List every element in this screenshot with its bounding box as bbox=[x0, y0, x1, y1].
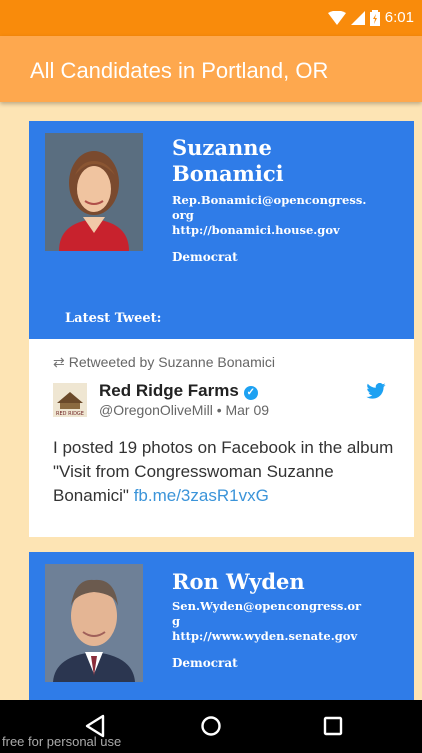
candidate-email[interactable]: Sen.Wyden@opencongress.or g bbox=[172, 599, 361, 629]
status-time: 6:01 bbox=[384, 9, 414, 26]
battery-icon bbox=[369, 9, 380, 26]
candidate-email-line1: Sen.Wyden@opencongress.or bbox=[172, 599, 362, 613]
candidate-party: Democrat bbox=[172, 656, 238, 670]
candidate-name-line2: Bonamici bbox=[172, 161, 284, 186]
retweet-icon: ⇄ bbox=[53, 354, 65, 370]
candidate-name: Suzanne bbox=[172, 135, 272, 160]
candidate-photo bbox=[45, 133, 143, 251]
candidate-website[interactable]: http://www.wyden.senate.gov bbox=[172, 629, 361, 644]
tweet-link[interactable]: fb.me/3zasR1vxG bbox=[134, 486, 269, 505]
retweeted-by: Retweeted by Suzanne Bonamici bbox=[68, 354, 275, 370]
author-avatar[interactable]: RED RIDGE bbox=[53, 383, 87, 417]
tweet-text: I posted 19 photos on Facebook in the al… bbox=[53, 436, 398, 508]
candidate-info: Suzanne Bonamici Rep.Bonamici@opencongre… bbox=[172, 135, 366, 264]
candidate-photo bbox=[45, 564, 143, 682]
candidate-email-line2: org bbox=[172, 208, 194, 222]
verified-icon: ✓ bbox=[243, 386, 258, 400]
candidate-email[interactable]: Rep.Bonamici@opencongress. org bbox=[172, 193, 366, 223]
tweet-card[interactable]: ⇄ Retweeted by Suzanne Bonamici RED RIDGE… bbox=[29, 339, 414, 537]
candidate-card[interactable]: Ron Wyden Sen.Wyden@opencongress.or g ht… bbox=[29, 552, 414, 700]
recents-icon[interactable] bbox=[322, 714, 344, 738]
tweet-author-name: Red Ridge Farms bbox=[99, 381, 239, 400]
app-bar: All Candidates in Portland, OR bbox=[0, 36, 422, 102]
status-icons: 6:01 bbox=[327, 9, 414, 26]
home-icon[interactable] bbox=[200, 714, 222, 738]
wifi-icon bbox=[327, 10, 346, 25]
candidate-name: Ron Wyden bbox=[172, 569, 305, 594]
candidate-list[interactable]: Suzanne Bonamici Rep.Bonamici@opencongre… bbox=[0, 102, 422, 700]
twitter-bird-icon[interactable] bbox=[366, 383, 386, 399]
tweet-handle-date: @OregonOliveMill • Mar 09 bbox=[99, 402, 270, 418]
retweet-line: ⇄ Retweeted by Suzanne Bonamici bbox=[53, 354, 275, 371]
candidate-info: Ron Wyden Sen.Wyden@opencongress.or g ht… bbox=[172, 569, 361, 670]
signal-icon bbox=[350, 10, 365, 25]
status-bar: 6:01 bbox=[0, 0, 422, 36]
candidate-email-line1: Rep.Bonamici@opencongress. bbox=[172, 193, 367, 207]
watermark: free for personal use bbox=[2, 734, 122, 749]
candidate-email-line2: g bbox=[172, 614, 181, 628]
author-avatar-text: RED RIDGE bbox=[56, 411, 84, 417]
candidate-website[interactable]: http://bonamici.house.gov bbox=[172, 223, 366, 238]
page-title: All Candidates in Portland, OR bbox=[30, 58, 329, 83]
latest-tweet-label: Latest Tweet: bbox=[65, 311, 162, 326]
candidate-party: Democrat bbox=[172, 250, 238, 264]
tweet-author[interactable]: Red Ridge Farms ✓ bbox=[99, 381, 258, 401]
candidate-card[interactable]: Suzanne Bonamici Rep.Bonamici@opencongre… bbox=[29, 121, 414, 339]
